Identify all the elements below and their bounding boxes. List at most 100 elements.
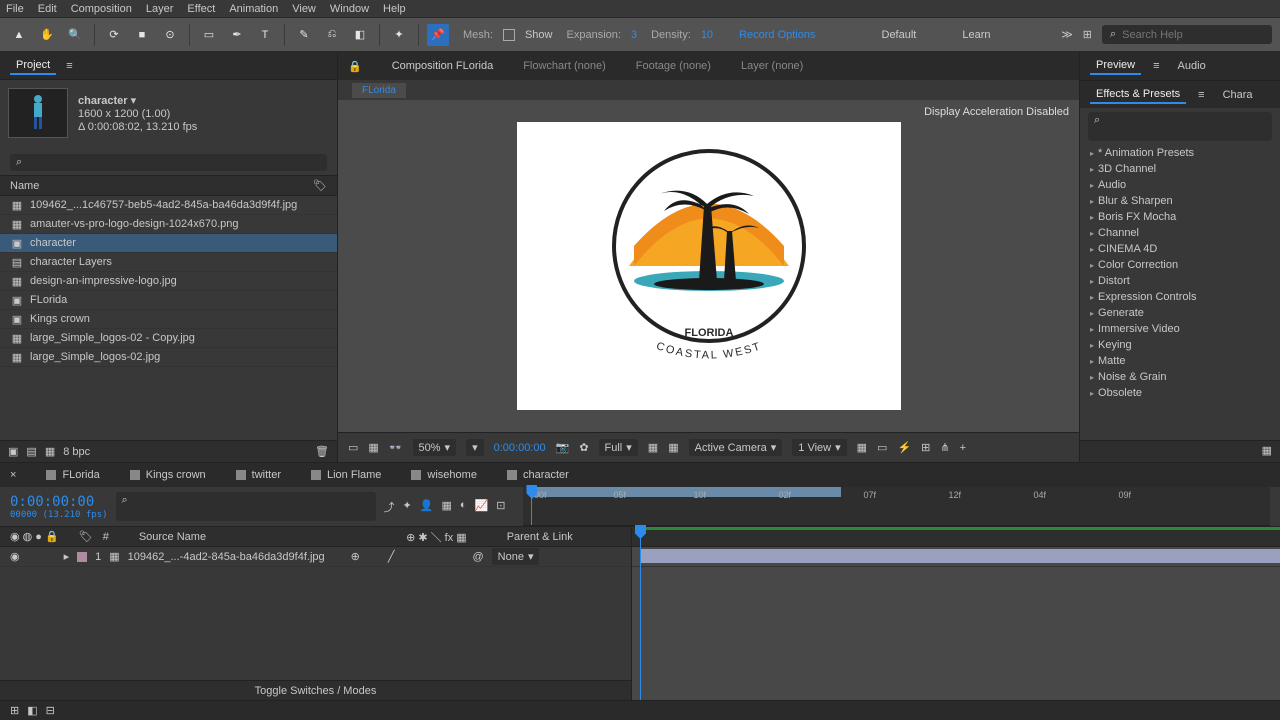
layer-color-label[interactable] bbox=[77, 552, 87, 562]
magnify-icon[interactable]: ▭ bbox=[348, 441, 358, 454]
effects-category[interactable]: ▸* Animation Presets bbox=[1080, 145, 1280, 161]
timeline-search-input[interactable] bbox=[122, 507, 370, 519]
view-dropdown[interactable]: 1 View▾ bbox=[792, 439, 846, 456]
effects-category[interactable]: ▸Keying bbox=[1080, 337, 1280, 353]
camera-tool-icon[interactable]: ■ bbox=[131, 24, 153, 46]
file-row[interactable]: ▦large_Simple_logos-02.jpg bbox=[0, 348, 337, 367]
trash-icon[interactable]: 🗑 bbox=[315, 445, 329, 458]
menu-file[interactable]: File bbox=[6, 3, 24, 15]
selection-tool-icon[interactable]: ▲ bbox=[8, 24, 30, 46]
file-row[interactable]: ▣Kings crown bbox=[0, 310, 337, 329]
current-timecode[interactable]: 0:00:00:00 bbox=[10, 494, 108, 510]
twirl-icon[interactable]: ▸ bbox=[64, 550, 70, 563]
channels-icon[interactable]: ✿ bbox=[579, 441, 588, 454]
search-help-box[interactable]: ⌕ bbox=[1102, 25, 1272, 44]
playhead[interactable] bbox=[531, 487, 532, 525]
puppet-tool-icon[interactable]: 📌 bbox=[427, 24, 449, 46]
density-value[interactable]: 10 bbox=[701, 29, 713, 41]
audio-tab[interactable]: Audio bbox=[1172, 58, 1212, 74]
tab-footage[interactable]: Footage (none) bbox=[636, 60, 711, 72]
close-icon[interactable]: × bbox=[10, 469, 16, 481]
type-tool-icon[interactable]: T bbox=[254, 24, 276, 46]
fx-slash[interactable]: ╱ bbox=[388, 550, 395, 563]
expansion-value[interactable]: 3 bbox=[631, 29, 637, 41]
file-row[interactable]: ▣FLorida bbox=[0, 291, 337, 310]
effects-search-input[interactable] bbox=[1094, 127, 1266, 139]
reset-exposure-icon[interactable]: + bbox=[960, 442, 966, 454]
interpret-footage-icon[interactable]: ▣ bbox=[8, 445, 18, 458]
effects-category[interactable]: ▸3D Channel bbox=[1080, 161, 1280, 177]
effects-category[interactable]: ▸CINEMA 4D bbox=[1080, 241, 1280, 257]
panel-menu-icon[interactable]: ≡ bbox=[1153, 60, 1159, 72]
menu-effect[interactable]: Effect bbox=[187, 3, 215, 15]
character-tab[interactable]: Chara bbox=[1217, 87, 1259, 103]
file-row[interactable]: ▣character bbox=[0, 234, 337, 253]
footer-icon[interactable]: ◧ bbox=[27, 704, 37, 717]
timeline-tab[interactable]: twitter bbox=[236, 469, 281, 481]
mask-icon[interactable]: 👓 bbox=[389, 441, 403, 454]
eraser-tool-icon[interactable]: ◧ bbox=[349, 24, 371, 46]
tab-flowchart[interactable]: Flowchart (none) bbox=[523, 60, 606, 72]
work-area-bar[interactable] bbox=[531, 487, 841, 497]
orbit-tool-icon[interactable]: ⟳ bbox=[103, 24, 125, 46]
file-row[interactable]: ▦109462_...1c46757-beb5-4ad2-845a-ba46da… bbox=[0, 196, 337, 215]
playhead-line[interactable] bbox=[640, 527, 641, 700]
composition-viewer[interactable]: Display Acceleration Disabled FLORIDA CO… bbox=[338, 100, 1079, 432]
fast-previews-icon[interactable]: ⚡ bbox=[897, 441, 911, 454]
resolution-dropdown[interactable]: ▾ bbox=[466, 439, 484, 456]
search-help-input[interactable] bbox=[1122, 29, 1264, 41]
workspace-learn[interactable]: Learn bbox=[962, 29, 990, 41]
file-row[interactable]: ▦amauter-vs-pro-logo-design-1024x670.png bbox=[0, 215, 337, 234]
video-toggle-icon[interactable]: ◉ bbox=[10, 550, 20, 563]
parent-pickwhip-icon[interactable]: @ bbox=[472, 551, 483, 563]
effects-category[interactable]: ▸Matte bbox=[1080, 353, 1280, 369]
timeline-tab[interactable]: FLorida bbox=[46, 469, 99, 481]
full-dropdown[interactable]: Full▾ bbox=[599, 439, 638, 456]
effects-category[interactable]: ▸Audio bbox=[1080, 177, 1280, 193]
timeline-tab[interactable]: Lion Flame bbox=[311, 469, 381, 481]
timeline-tab[interactable]: character bbox=[507, 469, 569, 481]
comp-breadcrumb[interactable]: FLorida bbox=[352, 83, 406, 98]
effects-category[interactable]: ▸Boris FX Mocha bbox=[1080, 209, 1280, 225]
graph-editor-icon[interactable]: 📈 bbox=[475, 499, 489, 515]
transparency-icon[interactable]: ▦ bbox=[648, 441, 658, 454]
hand-tool-icon[interactable]: ✋ bbox=[36, 24, 58, 46]
record-options-link[interactable]: Record Options bbox=[739, 29, 815, 41]
timeline-search[interactable]: ⌕ bbox=[116, 492, 376, 521]
pixel-aspect-icon[interactable]: ▭ bbox=[877, 441, 887, 454]
workspace-default[interactable]: Default bbox=[882, 29, 917, 41]
layer-row[interactable]: ◉ ▸ 1 ▦ 109462_...-4ad2-845a-ba46da3d9f4… bbox=[0, 547, 631, 567]
effects-search[interactable]: ⌕ bbox=[1088, 112, 1272, 141]
effects-category[interactable]: ▸Immersive Video bbox=[1080, 321, 1280, 337]
layer-track[interactable] bbox=[632, 547, 1280, 567]
mesh-show-checkbox[interactable] bbox=[503, 29, 515, 41]
file-row[interactable]: ▦design-an-impressive-logo.jpg bbox=[0, 272, 337, 291]
layer-duration-bar[interactable] bbox=[640, 549, 1280, 563]
menu-layer[interactable]: Layer bbox=[146, 3, 174, 15]
effects-category[interactable]: ▸Obsolete bbox=[1080, 385, 1280, 401]
menu-window[interactable]: Window bbox=[330, 3, 369, 15]
draft3d-icon[interactable]: ✦ bbox=[403, 499, 412, 515]
zoom-tool-icon[interactable]: 🔍 bbox=[64, 24, 86, 46]
source-name-col[interactable]: Source Name bbox=[139, 531, 206, 543]
comp-mini-flow-icon[interactable]: ⤴ bbox=[384, 499, 395, 515]
parent-dropdown[interactable]: None▾ bbox=[492, 548, 540, 565]
timeline-tab[interactable]: Kings crown bbox=[130, 469, 206, 481]
file-row[interactable]: ▦large_Simple_logos-02 - Copy.jpg bbox=[0, 329, 337, 348]
tab-layer[interactable]: Layer (none) bbox=[741, 60, 803, 72]
dropdown-icon[interactable]: ▾ bbox=[131, 95, 137, 107]
timeline-tab[interactable]: wisehome bbox=[411, 469, 477, 481]
3d-view-icon[interactable]: ▦ bbox=[668, 441, 678, 454]
flowchart-icon[interactable]: ⋔ bbox=[940, 441, 949, 454]
pan-behind-tool-icon[interactable]: ⊙ bbox=[159, 24, 181, 46]
panel-menu-icon[interactable]: ≡ bbox=[1198, 89, 1204, 101]
footer-icon[interactable]: ⊞ bbox=[10, 704, 19, 717]
view-opts-icon[interactable]: ▦ bbox=[857, 441, 867, 454]
comp-thumbnail[interactable] bbox=[8, 88, 68, 138]
new-effect-icon[interactable]: ▦ bbox=[1080, 440, 1280, 462]
new-folder-icon[interactable]: ▤ bbox=[26, 445, 36, 458]
menu-composition[interactable]: Composition bbox=[71, 3, 132, 15]
effects-category[interactable]: ▸Blur & Sharpen bbox=[1080, 193, 1280, 209]
overflow-icon[interactable]: ≫ bbox=[1061, 28, 1073, 41]
footer-icon[interactable]: ⊟ bbox=[46, 704, 55, 717]
